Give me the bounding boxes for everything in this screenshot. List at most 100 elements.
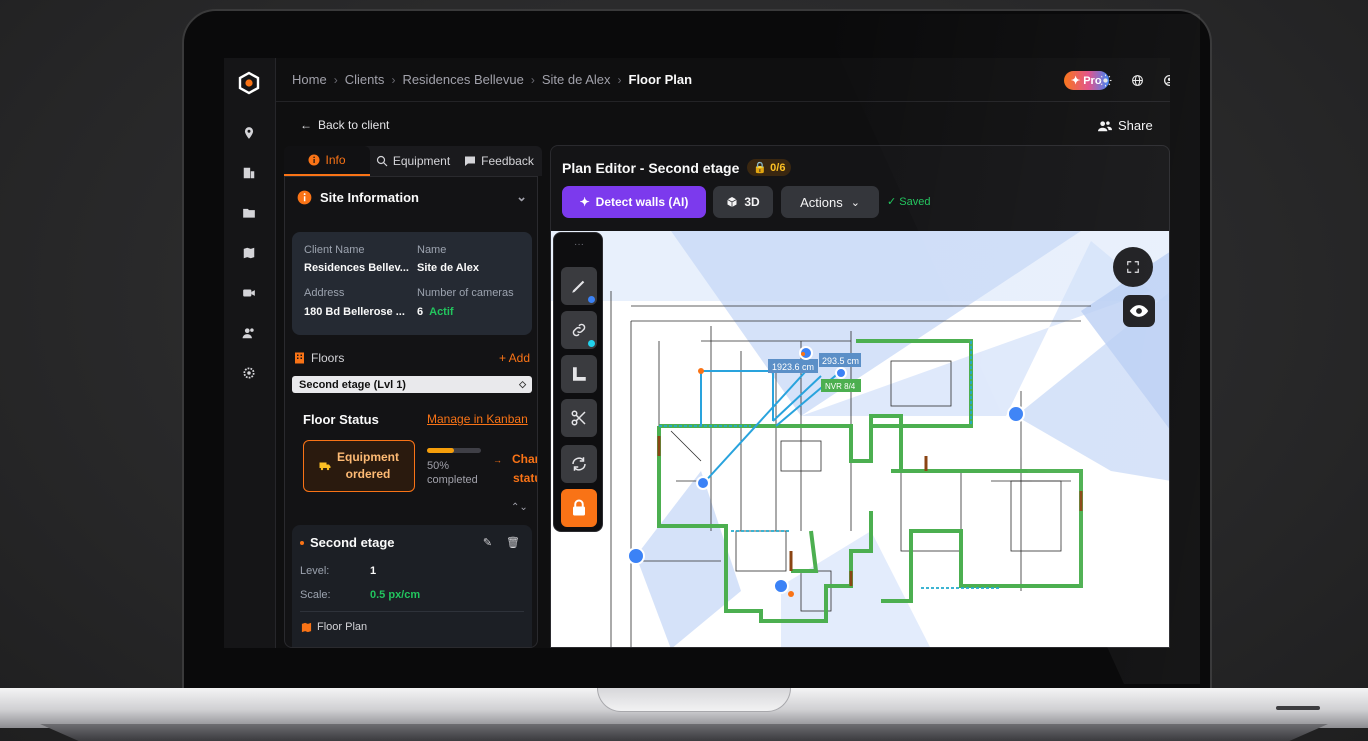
link-tool[interactable] (561, 311, 597, 349)
floor-card-actions: ✎ 🗑 (483, 536, 520, 549)
chat-icon (465, 156, 476, 166)
floor-card-title: Second etage (300, 535, 395, 550)
map-icon[interactable] (238, 242, 260, 264)
camera-marker[interactable] (627, 547, 645, 565)
map-icon (301, 622, 312, 632)
change-status-button[interactable]: → Chang status (493, 450, 537, 487)
site-info-card: Client Name Residences Bellev... Name Si… (292, 232, 532, 335)
laptop-notch (597, 688, 791, 712)
back-to-client-link[interactable]: ← Back to client (300, 118, 389, 132)
truck-icon (319, 462, 331, 471)
add-floor-button[interactable]: + Add (499, 351, 530, 365)
camera-marker[interactable] (773, 578, 789, 594)
floor-title: Second etage (310, 535, 395, 550)
lock-icon (573, 499, 585, 516)
status-equipment-ordered-button[interactable]: Equipment ordered (303, 440, 415, 492)
settings-icon[interactable] (238, 362, 260, 384)
camera-marker[interactable] (1007, 405, 1025, 423)
name-value: Site de Alex (417, 262, 479, 274)
floor-plan-canvas[interactable]: 1923.6 cm 293.5 cm NVR 8/4 (551, 231, 1169, 647)
share-button[interactable]: Share (1098, 118, 1153, 133)
status-text: Equipment ordered (337, 449, 399, 483)
tab-equipment[interactable]: Equipment (370, 146, 456, 176)
address-label: Address (304, 287, 345, 299)
pencil-tool[interactable] (561, 267, 597, 305)
chevron-updown-icon: ◇ (519, 379, 526, 389)
visibility-toggle[interactable] (1123, 295, 1155, 327)
cameras-label: Number of cameras (417, 287, 514, 299)
detect-walls-ai-button[interactable]: ✦ Detect walls (AI) (562, 186, 706, 218)
eye-icon (1129, 305, 1149, 317)
camera-marker[interactable] (696, 476, 710, 490)
drawing-toolbar: ··· (553, 232, 603, 532)
breadcrumb-client[interactable]: Residences Bellevue (402, 72, 523, 87)
floor-plan-text: Floor Plan (317, 621, 368, 633)
plan-editor: Plan Editor - Second etage 🔒 0/6 ✦ Detect … (550, 145, 1170, 648)
scissors-icon (571, 410, 586, 426)
manage-in-kanban-link[interactable]: Manage in Kanban (427, 412, 528, 426)
level-value: 1 (370, 565, 377, 577)
lock-count-value: 0/6 (770, 162, 786, 174)
folder-icon[interactable] (238, 202, 260, 224)
view-3d-label: 3D (744, 195, 760, 209)
chevron-right-icon: › (333, 72, 338, 87)
scissors-tool[interactable] (561, 399, 597, 437)
users-icon (1098, 120, 1112, 131)
breadcrumb-current: Floor Plan (628, 72, 693, 87)
tab-feedback[interactable]: Feedback (456, 146, 542, 176)
client-name-label: Client Name (304, 244, 365, 256)
breadcrumb-home[interactable]: Home (292, 72, 327, 87)
cameras-count: 6 (417, 306, 424, 318)
more-icon[interactable]: ··· (554, 239, 604, 250)
user-icon[interactable] (1160, 71, 1170, 89)
edit-icon[interactable]: ✎ (483, 536, 492, 549)
breadcrumb-site[interactable]: Site de Alex (542, 72, 611, 87)
client-name-value: Residences Bellev... (304, 262, 409, 274)
info-icon (297, 190, 312, 204)
floor-plan-drawing: 1923.6 cm 293.5 cm NVR 8/4 (551, 231, 1169, 647)
camera-marker[interactable] (835, 367, 847, 379)
fullscreen-button[interactable] (1113, 247, 1153, 287)
active-dot (588, 296, 595, 303)
active-dot (588, 340, 595, 347)
chevron-right-icon: › (391, 72, 396, 87)
expand-icon (1127, 261, 1139, 273)
lock-tool[interactable] (561, 489, 597, 527)
app-rail (224, 58, 276, 648)
name-label: Name (417, 244, 447, 256)
breadcrumb-clients[interactable]: Clients (345, 72, 385, 87)
refresh-tool[interactable] (561, 445, 597, 483)
location-icon[interactable] (238, 122, 260, 144)
measure-label-2: 293.5 cm (822, 356, 859, 366)
site-information-title: Site Information (320, 189, 419, 205)
sun-icon[interactable] (1096, 71, 1114, 89)
address-value: 180 Bd Bellerose ... (304, 306, 405, 318)
status-line1: Equipment (337, 450, 399, 464)
chevron-updown-icon[interactable]: ⌃⌄ (511, 502, 528, 513)
globe-icon[interactable] (1128, 71, 1146, 89)
back-label: Back to client (318, 118, 390, 132)
measure-label-1: 1923.6 cm (772, 362, 814, 372)
laptop-base-foot (40, 724, 1328, 741)
tab-info[interactable]: Info (284, 146, 370, 176)
view-3d-button[interactable]: 3D (713, 186, 773, 218)
app-screen: Home › Clients › Residences Bellevue › S… (224, 58, 1170, 648)
change-status-line1: Chang (512, 452, 537, 466)
video-camera-icon[interactable] (238, 282, 260, 304)
floors-row: Floors + Add (294, 351, 530, 365)
saved-status: ✓ Saved (887, 196, 931, 208)
tab-feedback-label: Feedback (481, 154, 534, 168)
scale-label: Scale: (300, 589, 331, 601)
site-information-header[interactable]: Site Information ⌄ (285, 177, 537, 217)
sparkle-icon: ✦ (579, 195, 590, 209)
building-icon[interactable] (238, 162, 260, 184)
actions-dropdown[interactable]: Actions ⌄ (781, 186, 879, 218)
floor-status-title: Floor Status (303, 412, 379, 427)
floor-select[interactable]: Second etage (Lvl 1) ◇ (292, 376, 532, 393)
ruler-tool[interactable] (561, 355, 597, 393)
pencil-icon (572, 280, 585, 293)
app-logo[interactable] (237, 71, 261, 95)
trash-icon[interactable]: 🗑 (506, 536, 520, 549)
users-icon[interactable] (238, 322, 260, 344)
editor-title-text: Plan Editor - Second etage (562, 159, 740, 176)
